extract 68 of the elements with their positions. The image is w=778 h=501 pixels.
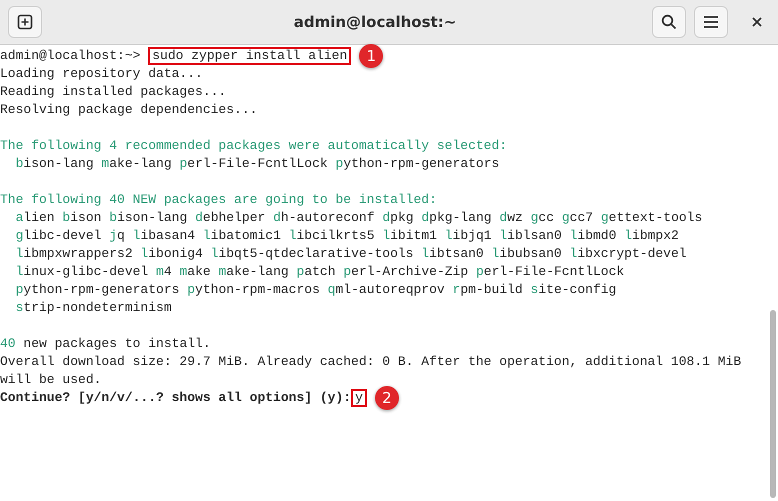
package-name: qml-autoreqprov (328, 281, 445, 299)
package-name: linux-glibc-devel (16, 263, 148, 281)
close-icon (752, 17, 762, 27)
package-name: patch (296, 263, 336, 281)
package-name: make-lang (218, 263, 289, 281)
step-callout: 2 (374, 386, 399, 410)
package-name: libmpxwrappers2 (16, 245, 133, 263)
package-name: make (179, 263, 211, 281)
package-name: dpkg-lang (421, 209, 492, 227)
package-name: libtsan0 (421, 245, 484, 263)
package-name: libmpx2 (624, 227, 679, 245)
search-button[interactable] (652, 6, 686, 38)
package-name: libasan4 (132, 227, 196, 245)
package-name: rpm-build (452, 281, 523, 299)
package-name: bison-lang (16, 155, 94, 173)
section-heading: The following 40 NEW packages are going to be installed: (0, 191, 437, 209)
package-name: gettext-tools (600, 209, 702, 227)
package-name: gcc7 (562, 209, 594, 227)
package-name: strip-nondeterminism (16, 299, 172, 317)
menu-icon (703, 15, 719, 29)
package-name: libxcrypt-devel (570, 245, 687, 263)
output-text: Resolving package dependencies... (0, 101, 258, 119)
output-text: new packages to install. (23, 335, 211, 353)
package-name: python-rpm-generators (16, 281, 180, 299)
output-text: Loading repository data... (0, 65, 203, 83)
output-text: Overall download size: 29.7 MiB. Already cached: 0 B. After the operation, additional 108.1 MiB (0, 353, 742, 371)
package-name: libcilkrts5 (288, 227, 375, 245)
package-name: debhelper (195, 209, 266, 227)
package-name: dwz (499, 209, 523, 227)
package-name: jq (109, 227, 125, 245)
package-count: 40 (0, 335, 16, 353)
new-tab-button[interactable] (8, 6, 42, 38)
search-icon (661, 14, 677, 30)
package-name: dh-autoreconf (273, 209, 375, 227)
shell-prompt: admin@localhost:~> (0, 47, 140, 65)
package-name: libatomic1 (202, 227, 281, 245)
package-name: libonig4 (140, 245, 203, 263)
scrollbar[interactable] (770, 310, 776, 498)
package-name: gcc (530, 209, 554, 227)
confirm-prompt: Continue? [y/n/v/...? shows all options] (y): (0, 389, 352, 407)
command-text: sudo zypper install alien (148, 47, 352, 65)
package-name: dpkg (382, 209, 414, 227)
package-name: python-rpm-macros (187, 281, 320, 299)
answer-text: y (351, 389, 367, 407)
package-name: libjq1 (444, 227, 492, 245)
output-text: will be used. (0, 371, 102, 389)
menu-button[interactable] (694, 6, 728, 38)
package-name: bison-lang (109, 209, 188, 227)
package-name: make-lang (101, 155, 172, 173)
package-name: python-rpm-generators (336, 155, 500, 173)
section-heading: The following 4 recommended packages were automatically selected: (0, 137, 508, 155)
window-title: admin@localhost:~ (292, 13, 458, 31)
package-name: glibc-devel (16, 227, 102, 245)
package-name: libubsan0 (492, 245, 562, 263)
package-name: m4 (156, 263, 172, 281)
package-name: perl-File-FcntlLock (476, 263, 624, 281)
package-name: libqt5-qtdeclarative-tools (210, 245, 414, 263)
package-name: liblsan0 (499, 227, 562, 245)
plus-box-icon (17, 14, 33, 30)
package-name: libitm1 (382, 227, 437, 245)
package-name: perl-File-FcntlLock (179, 155, 328, 173)
step-callout: 1 (359, 44, 384, 68)
output-text: Reading installed packages... (0, 83, 226, 101)
package-name: libmd0 (570, 227, 616, 245)
package-name: site-config (530, 281, 616, 299)
package-name: alien (16, 209, 55, 227)
package-name: perl-Archive-Zip (343, 263, 468, 281)
package-name: bison (62, 209, 102, 227)
